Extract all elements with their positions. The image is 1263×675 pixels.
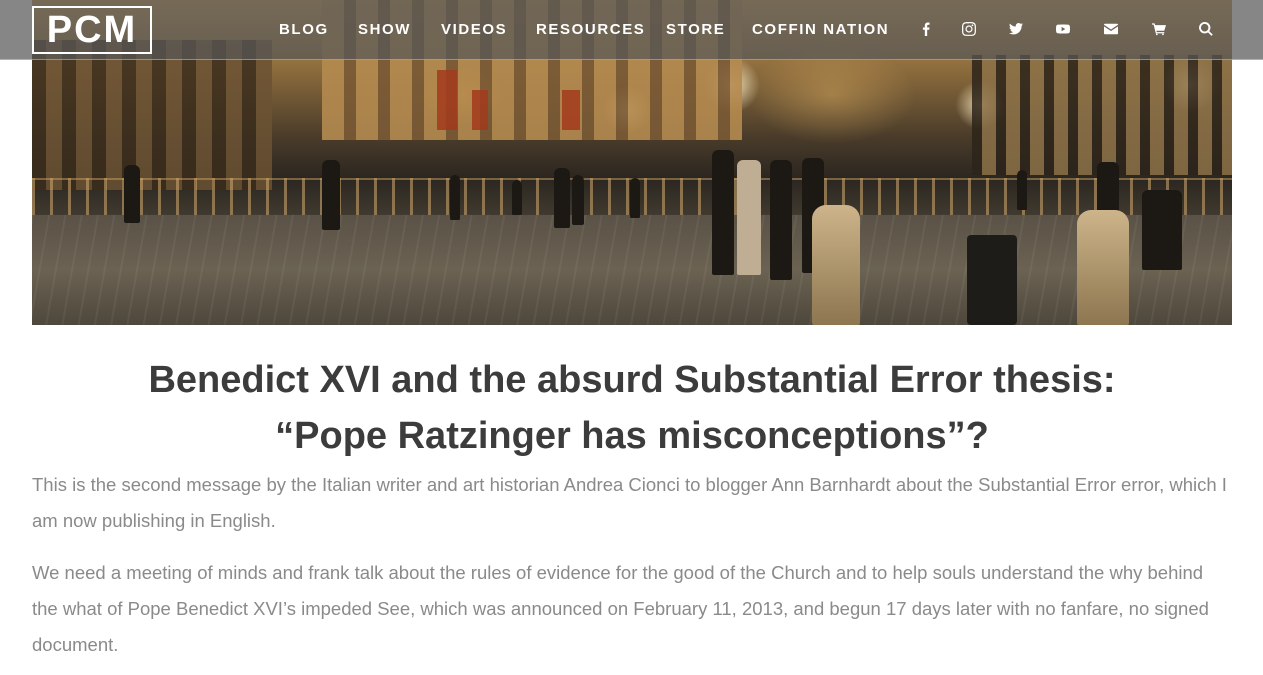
cobblestone-ground xyxy=(32,215,1232,325)
colonnade-left xyxy=(32,40,272,190)
youtube-icon[interactable] xyxy=(1053,19,1073,39)
search-icon[interactable] xyxy=(1196,19,1216,39)
colonnade-right xyxy=(972,55,1232,175)
article-title: Benedict XVI and the absurd Substantial … xyxy=(32,352,1232,464)
envelope-icon[interactable] xyxy=(1101,19,1121,39)
article-paragraph: We need a meeting of minds and frank tal… xyxy=(32,562,1209,655)
facebook-icon[interactable] xyxy=(916,19,936,39)
cart-icon[interactable] xyxy=(1149,19,1169,39)
main-nav: BLOG SHOW VIDEOS RESOURCES STORE COFFIN … xyxy=(0,0,1263,59)
article-title-line-1: Benedict XVI and the absurd Substantial … xyxy=(148,359,1116,401)
nav-show[interactable]: SHOW xyxy=(358,21,411,38)
nav-resources[interactable]: RESOURCES xyxy=(536,21,645,38)
nav-blog[interactable]: BLOG xyxy=(279,21,329,38)
nav-coffin-nation[interactable]: COFFIN NATION xyxy=(752,21,889,38)
instagram-icon[interactable] xyxy=(959,19,979,39)
article-paragraph: This is the second message by the Italia… xyxy=(32,474,1227,531)
site-header: PCM BLOG SHOW VIDEOS RESOURCES STORE COF… xyxy=(0,0,1263,60)
nav-videos[interactable]: VIDEOS xyxy=(441,21,507,38)
nav-store[interactable]: STORE xyxy=(666,21,725,38)
twitter-icon[interactable] xyxy=(1006,19,1026,39)
article-title-line-2: “Pope Ratzinger has misconceptions”? xyxy=(275,415,989,457)
